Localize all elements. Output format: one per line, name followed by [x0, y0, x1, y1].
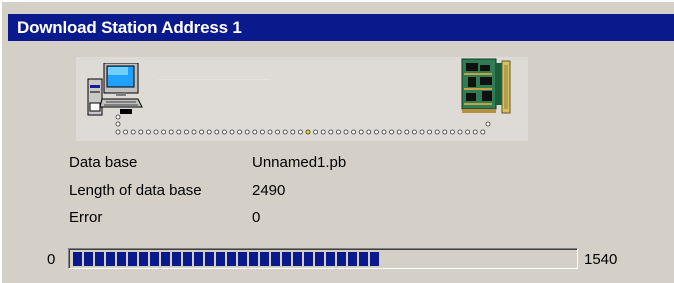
transfer-dot — [176, 129, 182, 135]
transfer-dot — [480, 129, 486, 135]
transfer-dot — [146, 129, 151, 135]
transfer-dot — [335, 129, 341, 135]
transfer-dot — [161, 129, 166, 135]
transfer-dot-active — [305, 129, 311, 135]
progress-segment — [326, 252, 335, 266]
progress-segment — [271, 252, 280, 266]
database-label: Data base — [69, 154, 138, 171]
window-title: Download Station Address 1 — [8, 14, 674, 41]
progress-min-label: 0 — [47, 251, 56, 268]
panel-divider — [158, 79, 270, 80]
progress-segment — [337, 252, 346, 266]
transfer-dot-trail — [115, 114, 491, 135]
transfer-dot — [381, 129, 387, 135]
progress-segment — [128, 252, 137, 266]
progress-segment — [150, 252, 159, 266]
progress-segment — [227, 252, 236, 266]
progress-segment — [205, 252, 214, 266]
progress-segment — [95, 252, 104, 266]
transfer-dot — [222, 129, 227, 135]
transfer-dot — [153, 129, 159, 135]
transfer-dot — [214, 129, 220, 135]
transfer-dot — [290, 129, 296, 135]
transfer-dot — [366, 129, 372, 135]
transfer-dot — [328, 129, 334, 135]
transfer-dot — [313, 129, 319, 135]
length-label: Length of data base — [69, 182, 202, 199]
transfer-dot — [275, 129, 281, 135]
transfer-dot — [351, 129, 357, 135]
progress-segment — [183, 252, 192, 266]
progress-segment — [282, 252, 291, 266]
database-value: Unnamed1.pb — [252, 154, 347, 171]
transfer-dot — [229, 129, 235, 135]
progress-segment — [370, 252, 379, 266]
transfer-dot — [244, 129, 250, 135]
transfer-dot — [404, 129, 410, 135]
transfer-dot — [237, 129, 243, 135]
progress-segment — [84, 252, 93, 266]
transfer-dot — [389, 129, 395, 135]
transfer-dot — [130, 129, 136, 135]
error-value: 0 — [252, 209, 261, 226]
transfer-dot — [168, 129, 174, 135]
transfer-dot — [259, 129, 265, 135]
transfer-dot — [373, 129, 379, 135]
progress-segment — [293, 252, 302, 266]
download-dialog: Download Station Address 1 Data base Unn… — [0, 0, 674, 283]
transfer-dot — [282, 129, 288, 135]
progress-segment — [315, 252, 324, 266]
progress-segment — [73, 252, 82, 266]
transfer-dot — [472, 129, 478, 135]
progress-segment — [172, 252, 181, 266]
transfer-dot — [457, 129, 463, 135]
transfer-dot — [465, 129, 471, 135]
error-label: Error — [69, 209, 103, 226]
transfer-dot — [434, 129, 440, 135]
transfer-dot — [427, 129, 433, 135]
circuit-board-icon — [461, 58, 511, 114]
transfer-dot — [123, 129, 129, 135]
progress-segment — [304, 252, 313, 266]
progress-segment — [139, 252, 148, 266]
transfer-dot — [419, 129, 425, 135]
progress-segment — [238, 252, 247, 266]
progress-segment — [161, 252, 170, 266]
transfer-dot — [184, 129, 189, 135]
progress-segment — [348, 252, 357, 266]
transfer-dot — [297, 129, 303, 135]
transfer-dot — [115, 129, 121, 135]
transfer-dot — [343, 129, 349, 135]
transfer-dot — [411, 129, 417, 135]
progress-bar-fill — [73, 252, 386, 266]
transfer-dot — [191, 129, 197, 135]
length-value: 2490 — [252, 182, 286, 199]
progress-segment — [117, 252, 126, 266]
transfer-dot — [442, 129, 448, 135]
transfer-dot — [320, 129, 326, 135]
progress-bar — [68, 248, 578, 269]
transfer-dot — [138, 129, 144, 135]
progress-segment — [194, 252, 203, 266]
progress-max-label: 1540 — [584, 251, 618, 268]
transfer-dot — [252, 129, 258, 135]
transfer-dot — [485, 121, 491, 127]
transfer-dot — [396, 129, 402, 135]
transfer-dot — [206, 129, 212, 135]
transfer-dot — [115, 114, 121, 120]
transfer-dot — [115, 121, 121, 127]
progress-segment — [260, 252, 269, 266]
transfer-dot — [199, 129, 204, 135]
transfer-dot — [358, 129, 364, 135]
progress-segment — [249, 252, 258, 266]
progress-segment — [359, 252, 368, 266]
transfer-dot — [267, 129, 273, 135]
progress-segment — [106, 252, 115, 266]
computer-icon — [86, 63, 152, 117]
transfer-dot — [449, 129, 455, 135]
progress-segment — [216, 252, 225, 266]
